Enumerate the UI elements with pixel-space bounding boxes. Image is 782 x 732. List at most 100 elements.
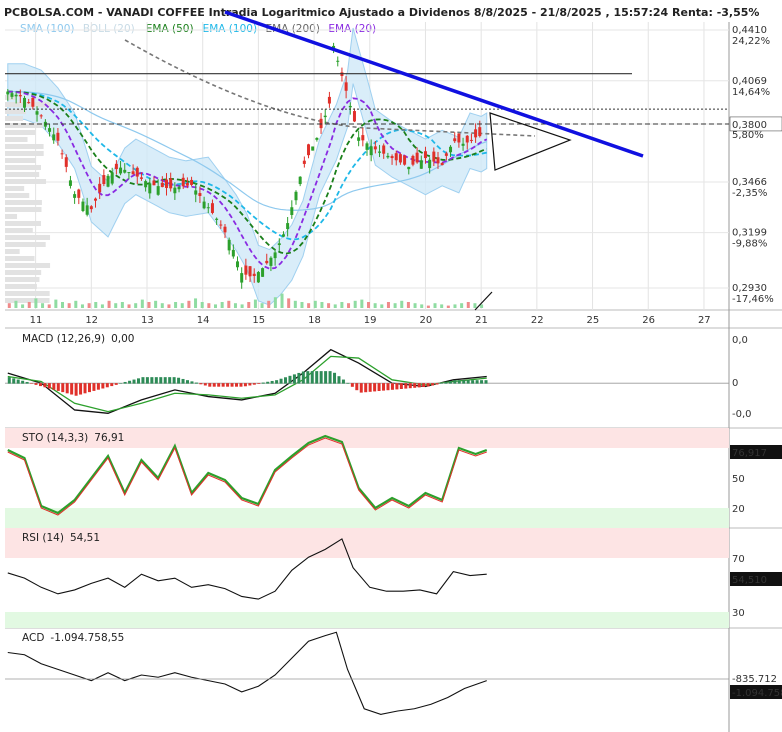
volume-profile-bar — [5, 200, 42, 205]
candle-body — [206, 207, 210, 209]
price-tick-label: 0,4069 — [732, 76, 767, 87]
volume-bar — [54, 299, 58, 308]
macd-histogram-bar — [399, 383, 403, 389]
volume-bar — [167, 304, 171, 308]
macd-histogram-bar — [230, 383, 234, 387]
volume-bar — [280, 293, 284, 308]
candle-body — [64, 157, 68, 167]
macd-histogram-bar — [92, 383, 96, 391]
macd-histogram-bar — [270, 380, 274, 384]
macd-histogram-bar — [25, 381, 29, 384]
sto-d-line — [7, 437, 487, 516]
macd-histogram-bar — [105, 383, 109, 388]
volume-profile-bar — [5, 242, 46, 247]
rsi-oversold-band — [5, 612, 729, 628]
volume-bar — [273, 297, 277, 308]
candle-body — [382, 145, 386, 154]
macd-histogram-bar — [186, 380, 189, 384]
macd-tick-label: 0 — [732, 378, 738, 389]
macd-histogram-bar — [221, 383, 225, 387]
volume-bar — [187, 300, 191, 308]
day-tick-label: 12 — [85, 315, 98, 326]
candle-body — [298, 176, 302, 185]
volume-profile-bar — [5, 270, 42, 275]
legend-item: EMA (100) — [203, 23, 257, 35]
volume-bar — [406, 302, 410, 308]
macd-histogram-bar — [444, 382, 448, 384]
volume-bar — [94, 302, 98, 308]
volume-bar — [127, 304, 131, 308]
sto-tick-label: 50 — [732, 474, 745, 485]
macd-histogram-bar — [350, 383, 354, 387]
candle-body — [73, 194, 77, 198]
volume-bar — [313, 300, 317, 308]
candle-body — [135, 167, 139, 177]
macd-histogram-bar — [328, 371, 332, 384]
macd-histogram-bar — [87, 383, 91, 393]
candle-body — [85, 205, 89, 215]
candle-body — [194, 190, 198, 195]
candle-body — [198, 193, 202, 196]
macd-histogram-bar — [426, 383, 430, 387]
macd-histogram-bar — [431, 383, 435, 386]
volume-bar — [446, 305, 450, 308]
pct-tick-label: -9,88% — [732, 239, 767, 250]
candle-body — [261, 268, 265, 277]
macd-histogram-bar — [301, 371, 305, 384]
volume-profile-bar — [5, 235, 51, 240]
macd-histogram-bar — [177, 377, 181, 384]
day-tick-label: 14 — [197, 315, 210, 326]
volume-bar — [400, 300, 404, 308]
candle-body — [323, 115, 327, 118]
volume-bar — [134, 303, 138, 308]
volume-bar — [233, 303, 237, 308]
day-tick-label: 26 — [642, 315, 655, 326]
candle-body — [369, 146, 373, 156]
pct-tick-label: 24,22% — [732, 36, 770, 47]
rsi-tick-label: 30 — [732, 608, 745, 619]
rsi-value-label: 54,510 — [732, 575, 767, 586]
macd-histogram-bar — [439, 383, 443, 384]
candle-body — [68, 180, 72, 186]
candle-body — [469, 139, 473, 141]
volume-bar — [453, 304, 457, 308]
macd-histogram-bar — [480, 380, 484, 384]
candle-body — [190, 179, 194, 185]
volume-bar — [393, 303, 397, 308]
volume-bar — [386, 302, 390, 308]
candle-body — [365, 143, 369, 150]
macd-histogram-bar — [297, 372, 301, 384]
macd-histogram-bar — [324, 371, 328, 384]
candle-body — [160, 182, 164, 188]
rsi-title: RSI (14) 54,51 — [22, 532, 100, 544]
price-tick-label: 0,3199 — [732, 228, 767, 239]
candle-body — [144, 181, 148, 188]
volume-profile-bar — [5, 284, 37, 289]
day-tick-label: 27 — [698, 315, 711, 326]
macd-histogram-bar — [404, 383, 408, 389]
macd-histogram-bar — [288, 375, 292, 384]
candle-body — [440, 162, 444, 166]
macd-histogram-bar — [292, 374, 296, 384]
macd-histogram-bar — [123, 381, 127, 384]
macd-histogram-bar — [79, 383, 83, 395]
macd-histogram-bar — [435, 383, 439, 385]
macd-tick-label: -0,0 — [732, 409, 752, 420]
macd-histogram-bar — [248, 383, 252, 386]
price-tick-label: 0,3466 — [732, 177, 767, 188]
volume-bar — [426, 305, 430, 308]
candle-body — [357, 137, 361, 141]
candle-body — [411, 155, 415, 165]
macd-histogram-bar — [34, 383, 38, 385]
legend-item: BOLL (20) — [83, 23, 135, 35]
day-tick-label: 19 — [364, 315, 377, 326]
macd-histogram-bar — [359, 383, 363, 393]
macd-histogram-bar — [422, 383, 426, 387]
macd-histogram-bar — [453, 380, 457, 384]
candle-body — [307, 144, 311, 156]
macd-histogram-bar — [12, 378, 16, 384]
candle-body — [449, 146, 453, 153]
candle-body — [423, 151, 427, 159]
macd-histogram-bar — [484, 380, 488, 384]
rsi-value: 54,51 — [70, 532, 100, 544]
